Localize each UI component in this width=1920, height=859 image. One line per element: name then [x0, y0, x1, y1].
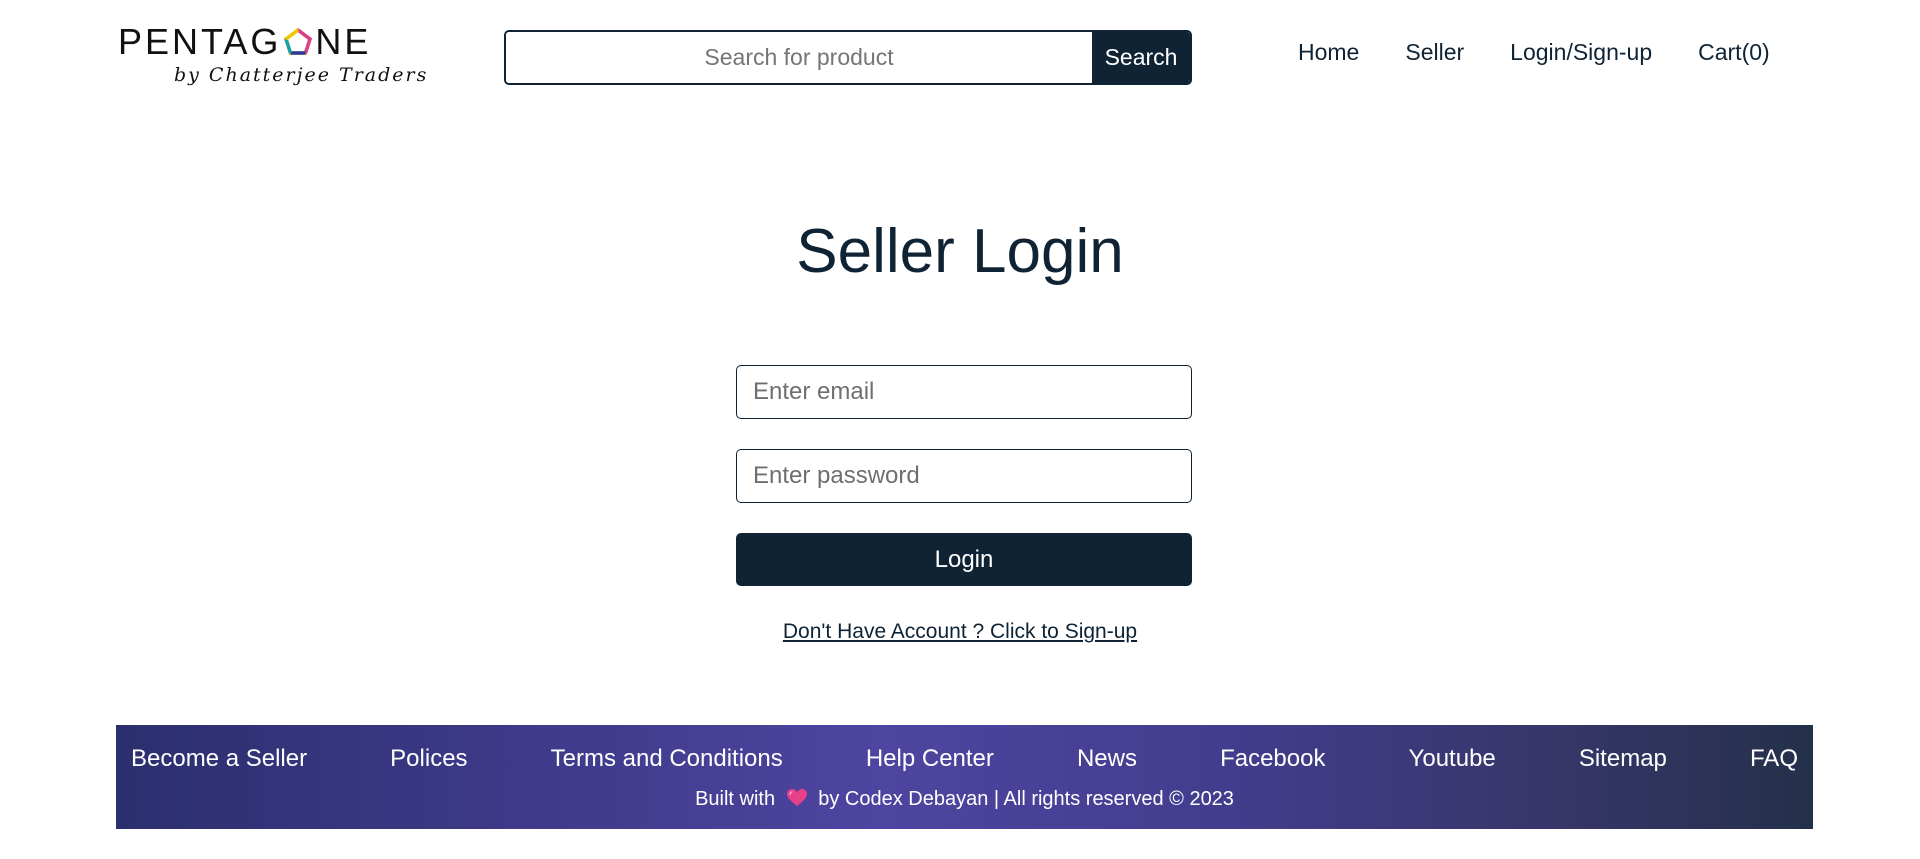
nav-cart-link[interactable]: Cart(0)	[1698, 37, 1770, 67]
footer-link-help-center[interactable]: Help Center	[866, 745, 994, 773]
footer-link-become-seller[interactable]: Become a Seller	[131, 745, 307, 773]
search-input[interactable]	[506, 32, 1092, 83]
footer-link-facebook[interactable]: Facebook	[1220, 745, 1325, 773]
nav-login-signup-link[interactable]: Login/Sign-up	[1510, 37, 1652, 67]
email-field[interactable]	[736, 365, 1192, 419]
site-header: PENTAG NE by Chatterjee Traders Search H…	[0, 0, 1920, 110]
site-logo[interactable]: PENTAG NE by Chatterjee Traders	[118, 24, 426, 92]
footer-link-news[interactable]: News	[1077, 745, 1137, 773]
signup-link[interactable]: Don't Have Account ? Click to Sign-up	[783, 620, 1137, 643]
footer-link-terms[interactable]: Terms and Conditions	[551, 745, 783, 773]
footer-link-faq[interactable]: FAQ	[1750, 745, 1798, 773]
password-field[interactable]	[736, 449, 1192, 503]
page-title: Seller Login	[796, 217, 1124, 286]
pentagon-logo-icon	[284, 27, 313, 55]
footer-link-sitemap[interactable]: Sitemap	[1579, 745, 1667, 773]
nav-home-link[interactable]: Home	[1298, 37, 1359, 67]
logo-wordmark-left: PENTAG	[118, 21, 282, 62]
login-button[interactable]: Login	[736, 533, 1192, 586]
search-form: Search	[504, 30, 1192, 85]
signup-link-container: Don't Have Account ? Click to Sign-up	[0, 620, 1920, 644]
footer-links: Become a Seller Polices Terms and Condit…	[131, 745, 1798, 773]
footer-credit: Built with by Codex Debayan | All rights…	[116, 787, 1813, 811]
nav-seller-link[interactable]: Seller	[1405, 37, 1464, 67]
site-footer: Become a Seller Polices Terms and Condit…	[116, 725, 1813, 829]
footer-link-youtube[interactable]: Youtube	[1409, 745, 1496, 773]
search-button[interactable]: Search	[1092, 32, 1190, 83]
footer-link-polices[interactable]: Polices	[390, 745, 467, 773]
logo-wordmark-right: NE	[315, 21, 372, 62]
logo-wordmark: PENTAG NE	[118, 24, 371, 60]
main-nav: Home Seller Login/Sign-up Cart(0)	[1298, 37, 1770, 67]
logo-tagline: by Chatterjee Traders	[174, 64, 429, 86]
heart-icon	[786, 789, 807, 806]
footer-credit-prefix: Built with	[695, 788, 776, 810]
footer-credit-suffix: by Codex Debayan | All rights reserved ©…	[818, 788, 1234, 810]
